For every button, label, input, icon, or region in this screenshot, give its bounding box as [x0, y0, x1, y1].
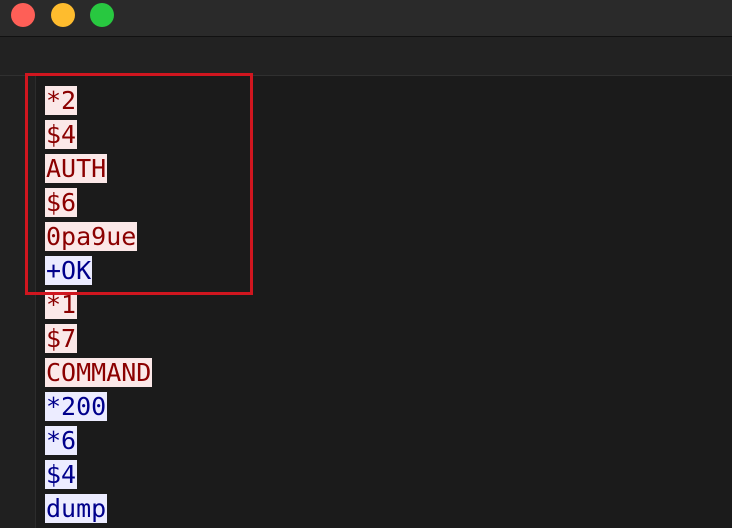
stream-line-text: $7 [45, 324, 78, 353]
stream-line-text: +OK [45, 256, 93, 285]
stream-line: 0pa9ue [45, 220, 152, 254]
stream-line: $4 [45, 118, 152, 152]
stream-line-text: *1 [45, 290, 78, 319]
stream-line: *200 [45, 390, 152, 424]
stream-line: *1 [45, 288, 152, 322]
stream-line-text: $4 [45, 120, 78, 149]
zoom-button[interactable] [90, 3, 114, 27]
stream-line: *6 [45, 424, 152, 458]
follow-stream-window: *2 $4 AUTH $6 0pa9ue +OK *1 $7 COMMAND *… [0, 0, 732, 528]
tcp-stream-text[interactable]: *2 $4 AUTH $6 0pa9ue +OK *1 $7 COMMAND *… [45, 84, 153, 526]
stream-line-text: *200 [45, 392, 108, 421]
stream-line-text: dump [45, 494, 108, 523]
stream-line: $4 [45, 458, 152, 492]
minimize-button[interactable] [51, 3, 75, 27]
stream-line-text: $6 [45, 188, 78, 217]
close-button[interactable] [11, 3, 35, 27]
stream-line-text: 0pa9ue [45, 222, 138, 251]
toolbar [0, 37, 732, 76]
stream-line: +OK [45, 254, 152, 288]
stream-line: dump [45, 492, 152, 526]
stream-line: *2 [45, 84, 152, 118]
stream-line-text: *2 [45, 86, 78, 115]
stream-line: $7 [45, 322, 152, 356]
stream-line: $6 [45, 186, 152, 220]
gutter [0, 76, 36, 528]
title-bar [0, 0, 732, 37]
stream-line-text: COMMAND [45, 358, 153, 387]
stream-line: COMMAND [45, 356, 153, 390]
stream-line-text: *6 [45, 426, 78, 455]
stream-line: AUTH [45, 152, 152, 186]
stream-line-text: AUTH [45, 154, 108, 183]
stream-line-text: $4 [45, 460, 78, 489]
